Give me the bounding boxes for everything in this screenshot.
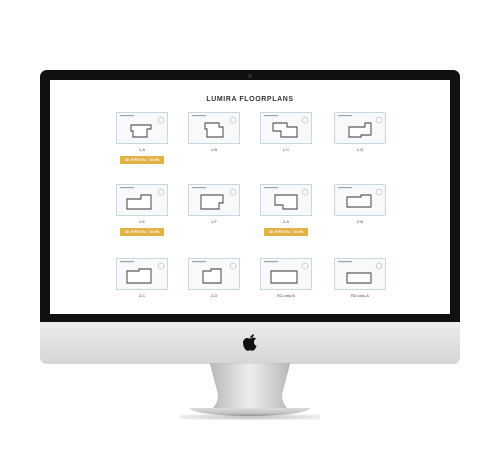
thumbnail-header-line	[338, 187, 352, 189]
floorplan-name[interactable]: 1-D	[334, 147, 386, 152]
floorplan-card[interactable]: 2-C	[116, 258, 168, 298]
floorplan-outline	[346, 194, 372, 208]
floorplan-thumbnail[interactable]	[260, 112, 312, 144]
floorplan-card[interactable]: 1-C	[260, 112, 312, 152]
floorplan-card[interactable]: 1-B	[188, 112, 240, 152]
floorplan-card[interactable]: 2-D	[188, 258, 240, 298]
floorplan-outline	[126, 194, 152, 210]
compass-icon	[301, 188, 309, 196]
compass-icon	[157, 262, 165, 270]
apple-logo-icon	[242, 334, 257, 351]
floorplan-name[interactable]: 1-C	[260, 147, 312, 152]
virtual-tour-button[interactable]: 3D VIRTUAL TOUR	[120, 228, 164, 236]
floorplan-outline	[348, 122, 372, 138]
floorplan-name[interactable]: 1-A	[116, 147, 168, 152]
thumbnail-header-line	[120, 115, 134, 117]
compass-icon	[157, 188, 165, 196]
floorplan-drawing	[192, 187, 237, 210]
screen: LUMIRA FLOORPLANS 1-A 3D VIRTUAL TOUR 1-…	[50, 80, 450, 314]
floorplan-drawing	[264, 261, 309, 284]
compass-icon	[157, 116, 165, 124]
monitor-chin	[40, 322, 460, 364]
floorplan-drawing	[264, 115, 309, 138]
floorplan-name[interactable]: 2-C	[116, 293, 168, 298]
floorplan-drawing	[338, 261, 383, 284]
floorplan-card[interactable]: 1-A 3D VIRTUAL TOUR	[116, 112, 168, 164]
floorplan-thumbnail[interactable]	[116, 112, 168, 144]
floorplan-card[interactable]: 1-E 3D VIRTUAL TOUR	[116, 184, 168, 236]
thumbnail-header-line	[338, 115, 352, 117]
floorplan-outline	[272, 122, 298, 138]
floorplan-drawing	[338, 187, 383, 208]
floorplan-card[interactable]: R2-only-B	[260, 258, 312, 298]
floorplan-outline	[204, 122, 224, 138]
floorplan-card[interactable]: 1-F	[188, 184, 240, 224]
floorplan-drawing	[264, 187, 309, 210]
thumbnail-header-line	[338, 261, 352, 263]
floorplan-thumbnail[interactable]	[334, 112, 386, 144]
compass-icon	[229, 262, 237, 270]
thumbnail-header-line	[264, 187, 278, 189]
floorplan-thumbnail[interactable]	[188, 258, 240, 290]
virtual-tour-button[interactable]: 3D VIRTUAL TOUR	[264, 228, 308, 236]
floorplan-card[interactable]: 1-D	[334, 112, 386, 152]
floorplan-thumbnail[interactable]	[334, 184, 386, 216]
floorplan-outline	[346, 272, 372, 284]
compass-icon	[229, 116, 237, 124]
floorplan-name[interactable]: 2-A	[260, 219, 312, 224]
floorplan-drawing	[120, 115, 165, 138]
page-title: LUMIRA FLOORPLANS	[206, 96, 294, 103]
floorplan-outline	[270, 270, 298, 284]
thumbnail-header-line	[120, 187, 134, 189]
floorplan-outline	[274, 194, 298, 210]
floorplan-drawing	[120, 261, 165, 284]
floorplan-outline	[200, 194, 224, 210]
floorplan-name[interactable]: 2-D	[188, 293, 240, 298]
floorplan-drawing	[192, 261, 237, 284]
virtual-tour-button[interactable]: 3D VIRTUAL TOUR	[120, 156, 164, 164]
thumbnail-header-line	[192, 115, 206, 117]
floorplan-card[interactable]: R2-only-A	[334, 258, 386, 298]
compass-icon	[375, 262, 383, 270]
floorplan-outline	[130, 124, 152, 138]
floorplan-thumbnail[interactable]	[188, 112, 240, 144]
floorplan-name[interactable]: R2-only-B	[260, 293, 312, 298]
imac-monitor: LUMIRA FLOORPLANS 1-A 3D VIRTUAL TOUR 1-…	[40, 70, 460, 364]
stand-shadow	[180, 414, 320, 420]
floorplan-name[interactable]: 2-B	[334, 219, 386, 224]
screen-bezel: LUMIRA FLOORPLANS 1-A 3D VIRTUAL TOUR 1-…	[40, 70, 460, 322]
floorplan-card[interactable]: 2-A 3D VIRTUAL TOUR	[260, 184, 312, 236]
floorplan-outline	[202, 268, 222, 284]
compass-icon	[375, 188, 383, 196]
floorplan-thumbnail[interactable]	[116, 258, 168, 290]
compass-icon	[375, 116, 383, 124]
compass-icon	[301, 116, 309, 124]
floorplan-thumbnail[interactable]	[260, 258, 312, 290]
floorplan-thumbnail[interactable]	[260, 184, 312, 216]
monitor-stand	[209, 363, 291, 412]
floorplan-drawing	[120, 187, 165, 210]
floorplan-drawing	[192, 115, 237, 138]
floorplan-name[interactable]: 1-B	[188, 147, 240, 152]
thumbnail-header-line	[264, 261, 278, 263]
floorplan-thumbnail[interactable]	[188, 184, 240, 216]
floorplan-name[interactable]: R2-only-A	[334, 293, 386, 298]
thumbnail-header-line	[192, 187, 206, 189]
floorplan-name[interactable]: 1-F	[188, 219, 240, 224]
floorplan-drawing	[338, 115, 383, 138]
floorplan-card[interactable]: 2-B	[334, 184, 386, 224]
camera-icon	[248, 74, 252, 78]
floorplan-thumbnail[interactable]	[116, 184, 168, 216]
floorplan-name[interactable]: 1-E	[116, 219, 168, 224]
compass-icon	[229, 188, 237, 196]
thumbnail-header-line	[264, 115, 278, 117]
floorplan-outline	[126, 268, 152, 284]
thumbnail-header-line	[192, 261, 206, 263]
compass-icon	[301, 262, 309, 270]
floorplan-thumbnail[interactable]	[334, 258, 386, 290]
thumbnail-header-line	[120, 261, 134, 263]
